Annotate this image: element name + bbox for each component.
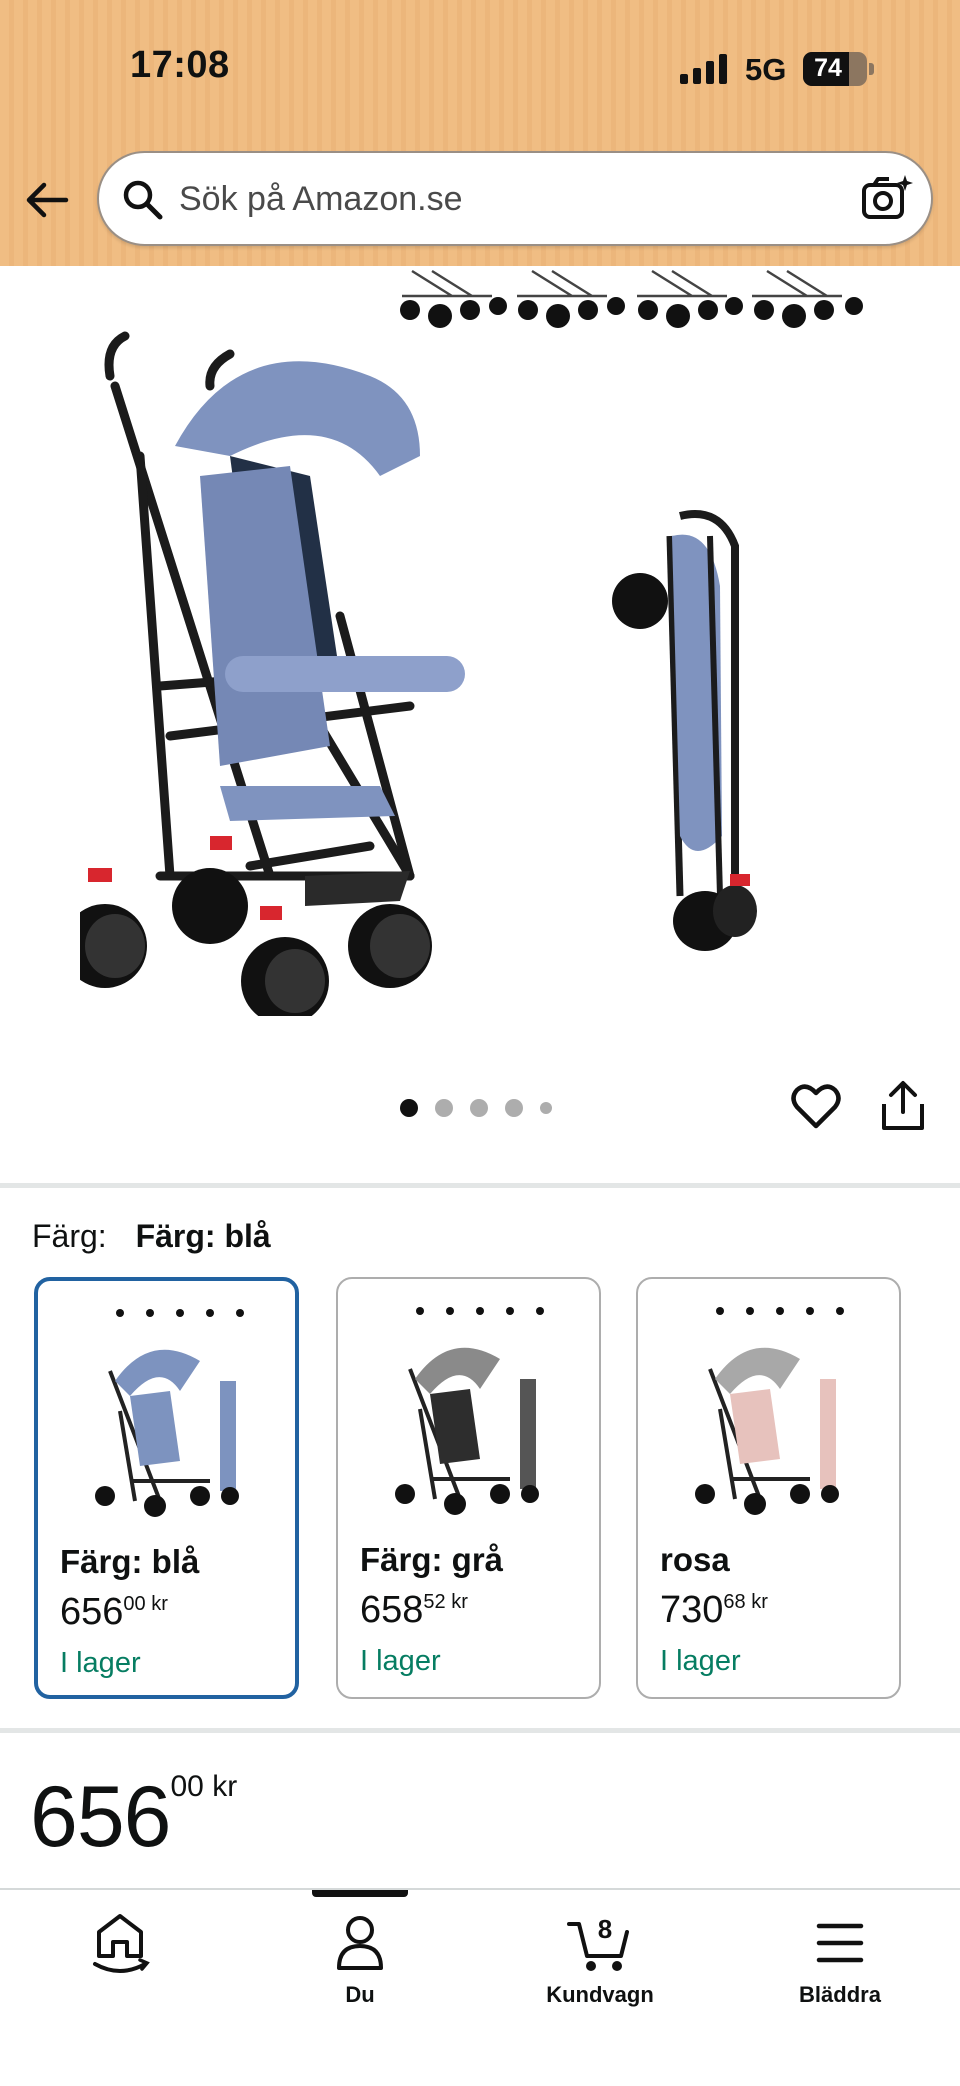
variant-name: rosa	[660, 1541, 730, 1578]
variant-card-grey[interactable]: Färg: grå 65852 kr I lager	[336, 1277, 601, 1699]
home-smile-icon	[93, 1914, 150, 1973]
variant-stock: I lager	[660, 1645, 741, 1677]
status-time: 17:08	[130, 44, 230, 86]
stroller-image	[80, 331, 465, 1016]
search-bar[interactable]	[97, 151, 933, 246]
nav-label: Bläddra	[799, 1982, 881, 2007]
folded-stroller-image	[612, 510, 757, 951]
variant-image	[395, 1307, 544, 1515]
nav-browse[interactable]: Bläddra	[760, 1908, 920, 2008]
signal-icon	[680, 54, 727, 84]
person-icon	[337, 1916, 383, 1970]
product-image-gallery[interactable]	[0, 266, 960, 1146]
variant-card-pink[interactable]: rosa 73068 kr I lager	[636, 1277, 901, 1699]
variant-image	[95, 1309, 244, 1517]
bottom-navigation: Du 8 Kundvagn Bläddra	[0, 1888, 960, 2086]
color-selector-label: Färg: Färg: blå	[32, 1218, 271, 1255]
variant-image	[695, 1307, 844, 1515]
nav-home[interactable]	[40, 1908, 200, 2008]
variant-price: 73068 kr	[660, 1589, 768, 1631]
nav-you[interactable]: Du	[280, 1908, 440, 2008]
color-label: Färg:	[32, 1218, 107, 1254]
variant-name: Färg: blå	[60, 1543, 200, 1580]
pagination-dot[interactable]	[470, 1099, 488, 1117]
product-price: 65600 kr	[30, 1769, 238, 1865]
pagination-dot[interactable]	[400, 1099, 418, 1117]
variant-stock: I lager	[360, 1645, 441, 1677]
nav-label: Kundvagn	[546, 1982, 654, 2007]
nav-label: Du	[345, 1982, 375, 2007]
active-tab-indicator	[312, 1890, 408, 1897]
selected-color: Färg: blå	[135, 1218, 271, 1254]
variant-price: 65852 kr	[360, 1589, 468, 1631]
variant-stock: I lager	[60, 1647, 141, 1679]
battery-icon: 74	[803, 52, 874, 86]
pagination-dot[interactable]	[505, 1099, 523, 1117]
nav-cart[interactable]: 8 Kundvagn	[520, 1908, 680, 2008]
pagination-dot[interactable]	[435, 1099, 453, 1117]
arrow-left-icon[interactable]	[22, 175, 72, 225]
search-input[interactable]	[179, 171, 819, 227]
section-divider	[0, 1728, 960, 1733]
variant-price: 65600 kr	[60, 1591, 168, 1633]
battery-level: 74	[814, 54, 842, 82]
share-icon[interactable]	[880, 1080, 926, 1132]
camera-sparkle-icon[interactable]	[861, 173, 913, 225]
network-label: 5G	[745, 52, 787, 87]
section-divider	[0, 1183, 960, 1188]
pagination-dot[interactable]	[540, 1102, 552, 1114]
cart-count: 8	[598, 1914, 612, 1944]
header: 17:08 5G 74	[0, 0, 960, 266]
search-icon	[123, 180, 163, 220]
heart-outline-icon[interactable]	[790, 1080, 842, 1132]
menu-icon	[816, 1923, 864, 1963]
variant-card-blue[interactable]: Färg: blå 65600 kr I lager	[34, 1277, 299, 1699]
cart-icon: 8	[567, 1914, 629, 1971]
image-pagination	[400, 1098, 552, 1118]
variant-name: Färg: grå	[360, 1541, 504, 1578]
